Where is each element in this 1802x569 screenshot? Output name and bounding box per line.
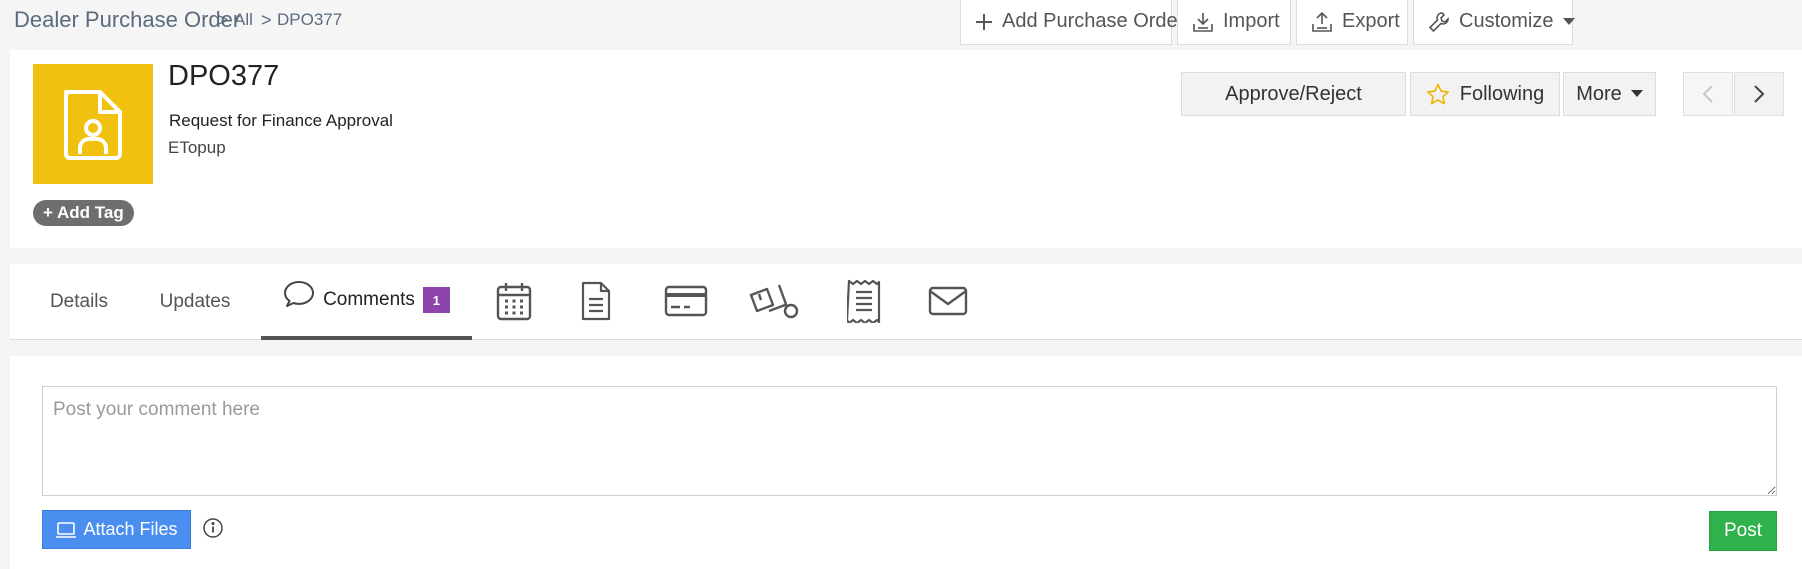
- export-icon: [1311, 11, 1342, 33]
- import-label: Import: [1223, 10, 1280, 32]
- caret-down-icon: [1630, 90, 1643, 98]
- receipt-icon: [847, 279, 881, 323]
- add-purchase-order-label: Add Purchase Order: [1002, 10, 1185, 32]
- tab-emails[interactable]: [920, 276, 976, 326]
- tab-comments-label: Comments: [323, 289, 415, 310]
- delivery-icon: [749, 281, 799, 321]
- wrench-icon: [1428, 11, 1459, 33]
- attach-files-button[interactable]: Attach Files: [42, 510, 191, 549]
- tab-calendar[interactable]: [490, 276, 538, 326]
- record-title: DPO377: [168, 60, 280, 92]
- comments-count-badge: 1: [422, 287, 450, 313]
- post-label: Post: [1723, 520, 1763, 541]
- more-label: More: [1576, 82, 1622, 105]
- more-button[interactable]: More: [1563, 72, 1656, 116]
- customize-label: Customize: [1459, 10, 1554, 32]
- next-record-button[interactable]: [1734, 72, 1784, 116]
- import-icon: [1192, 11, 1223, 33]
- chevron-right-icon: [1753, 84, 1765, 104]
- credit-card-icon: [664, 285, 708, 317]
- comment-input[interactable]: [42, 386, 1777, 496]
- tab-documents[interactable]: [572, 276, 620, 326]
- info-icon[interactable]: [202, 517, 224, 539]
- tab-deliveries[interactable]: [744, 276, 804, 326]
- customize-button[interactable]: Customize: [1413, 0, 1576, 45]
- breadcrumb-separator: >: [218, 10, 229, 30]
- calendar-icon: [496, 281, 532, 321]
- record-avatar: [33, 64, 153, 184]
- caret-down-icon: [1563, 17, 1584, 26]
- following-label: Following: [1459, 82, 1545, 105]
- mail-icon: [928, 286, 968, 316]
- tab-details-label: Details: [49, 291, 109, 312]
- record-subtitle-secondary: ETopup: [168, 138, 226, 157]
- approve-reject-label: Approve/Reject: [1225, 82, 1362, 105]
- post-button[interactable]: Post: [1709, 511, 1777, 551]
- breadcrumb-record: DPO377: [277, 10, 343, 29]
- tab-updates[interactable]: Updates: [146, 264, 244, 340]
- speech-bubble-icon: [283, 280, 315, 308]
- chevron-left-icon: [1702, 84, 1714, 104]
- document-icon: [581, 281, 611, 321]
- record-subtitle: Request for Finance Approval: [169, 111, 393, 130]
- breadcrumb-module[interactable]: Dealer Purchase Order: [14, 7, 240, 33]
- import-button[interactable]: Import: [1177, 0, 1291, 45]
- tab-comments[interactable]: Comments 1: [261, 264, 472, 340]
- tab-payments[interactable]: [658, 276, 714, 326]
- breadcrumb-module-label: Dealer Purchase Order: [14, 7, 241, 32]
- star-icon: [1426, 83, 1450, 105]
- plus-icon: [975, 13, 1002, 31]
- add-purchase-order-button[interactable]: Add Purchase Order: [960, 0, 1184, 45]
- add-tag-button[interactable]: + Add Tag: [33, 200, 134, 226]
- tab-receipts[interactable]: [840, 276, 888, 326]
- tab-details[interactable]: Details: [30, 264, 128, 340]
- breadcrumb-view[interactable]: All: [234, 10, 253, 30]
- attach-files-label: Attach Files: [83, 519, 178, 539]
- previous-record-button[interactable]: [1683, 72, 1733, 116]
- following-button[interactable]: Following: [1410, 72, 1560, 116]
- approve-reject-button[interactable]: Approve/Reject: [1181, 72, 1406, 116]
- export-button[interactable]: Export: [1296, 0, 1408, 45]
- laptop-icon: [55, 521, 83, 538]
- tab-updates-label: Updates: [159, 291, 231, 312]
- breadcrumb-separator: >: [261, 10, 272, 30]
- document-user-icon: [60, 88, 126, 162]
- export-label: Export: [1342, 10, 1400, 32]
